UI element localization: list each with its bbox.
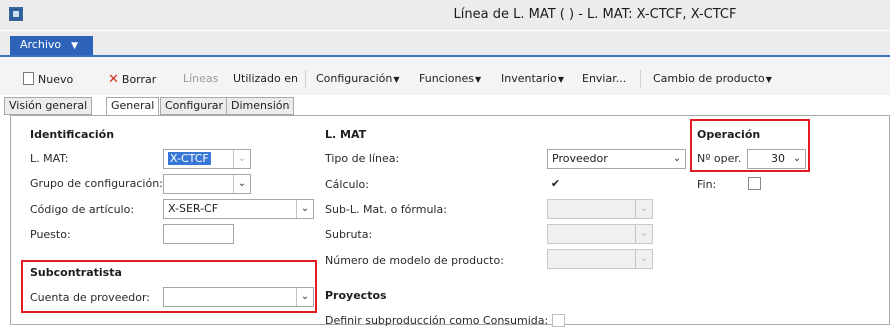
bom-field[interactable]: X-CTCF ⌄	[163, 149, 251, 169]
checkmark-icon: ✔	[550, 177, 561, 190]
operation-number-label: Nº oper.	[697, 152, 742, 165]
workstation-label: Puesto:	[30, 228, 71, 241]
new-document-icon	[23, 72, 34, 85]
inventory-menu[interactable]: Inventario▼	[501, 72, 564, 85]
tab-dimension[interactable]: Dimensión	[226, 97, 295, 115]
chevron-down-icon[interactable]: ⌄	[635, 200, 652, 218]
window-title: Línea de L. MAT ( ) - L. MAT: X-CTCF, X-…	[453, 7, 737, 22]
operation-number-value: 30	[771, 152, 785, 165]
calculation-checkbox[interactable]: ✔	[549, 177, 562, 190]
configuration-menu[interactable]: Configuración▼	[316, 72, 400, 85]
chevron-down-icon[interactable]: ⌄	[635, 225, 652, 243]
vendor-account-field[interactable]: ⌄	[163, 287, 314, 307]
sub-bom-label: Sub-L. Mat. o fórmula:	[325, 203, 447, 216]
config-group-field[interactable]: ⌄	[163, 174, 251, 194]
chevron-down-icon[interactable]: ⌄	[669, 150, 685, 168]
item-code-field[interactable]: X-SER-CF ⌄	[163, 199, 314, 219]
delete-x-icon: ✕	[108, 72, 119, 87]
subcontractor-heading: Subcontratista	[30, 266, 122, 279]
send-button[interactable]: Enviar...	[582, 72, 626, 85]
subroute-field[interactable]: ⌄	[547, 224, 653, 244]
new-button-label: Nuevo	[38, 73, 74, 86]
chevron-down-icon: ▼	[71, 41, 79, 51]
workstation-field[interactable]	[163, 224, 234, 244]
tab-configure[interactable]: Configurar	[160, 97, 229, 115]
line-type-value: Proveedor	[552, 152, 608, 165]
dropdown-arrow-icon: ▼	[474, 75, 482, 84]
delete-button[interactable]: ✕ Borrar	[108, 72, 156, 87]
dropdown-arrow-icon: ▼	[765, 75, 772, 84]
configuration-menu-label: Configuración	[316, 72, 393, 85]
lines-button[interactable]: Líneas	[183, 72, 218, 85]
product-change-menu-label: Cambio de producto	[653, 72, 765, 85]
inventory-menu-label: Inventario	[501, 72, 557, 85]
item-code-label: Código de artículo:	[30, 203, 135, 216]
define-consumed-checkbox[interactable]	[552, 314, 565, 327]
operation-number-field[interactable]: 30 ⌄	[747, 149, 806, 169]
chevron-down-icon[interactable]: ⌄	[789, 150, 805, 168]
line-type-label: Tipo de línea:	[325, 152, 400, 165]
end-label: Fin:	[697, 178, 717, 191]
vendor-account-label: Cuenta de proveedor:	[30, 291, 150, 304]
line-type-field[interactable]: Proveedor ⌄	[547, 149, 686, 169]
product-model-label: Número de modelo de producto:	[325, 254, 504, 267]
item-code-value: X-SER-CF	[168, 202, 219, 215]
bom-label: L. MAT:	[30, 152, 69, 165]
chevron-down-icon[interactable]: ⌄	[233, 175, 250, 193]
file-menu-label: Archivo	[20, 38, 62, 51]
end-checkbox[interactable]	[748, 177, 761, 190]
product-model-field[interactable]: ⌄	[547, 249, 653, 269]
functions-menu-label: Funciones	[419, 72, 474, 85]
chevron-down-icon[interactable]: ⌄	[233, 150, 250, 168]
new-button[interactable]: Nuevo	[23, 72, 73, 86]
functions-menu[interactable]: Funciones▼	[419, 72, 481, 85]
identification-heading: Identificación	[30, 128, 115, 141]
chevron-down-icon[interactable]: ⌄	[296, 200, 313, 218]
dropdown-arrow-icon: ▼	[557, 75, 564, 84]
toolbar-divider	[640, 70, 641, 88]
projects-heading: Proyectos	[325, 289, 387, 302]
file-menu-button[interactable]: Archivo ▼	[10, 36, 93, 55]
tab-overview[interactable]: Visión general	[4, 97, 93, 115]
calculation-label: Cálculo:	[325, 178, 369, 191]
used-in-button[interactable]: Utilizado en	[233, 72, 298, 85]
bom-field-value: X-CTCF	[168, 152, 211, 165]
chevron-down-icon[interactable]: ⌄	[296, 288, 313, 306]
product-change-menu[interactable]: Cambio de producto▼	[653, 72, 772, 85]
sub-bom-field[interactable]: ⌄	[547, 199, 653, 219]
chevron-down-icon[interactable]: ⌄	[635, 250, 652, 268]
tab-general[interactable]: General	[106, 97, 160, 116]
delete-button-label: Borrar	[121, 73, 157, 86]
bom-heading: L. MAT	[325, 128, 367, 141]
define-consumed-label: Definir subproducción como Consumida:	[325, 314, 549, 327]
menu-bar	[0, 31, 890, 57]
dropdown-arrow-icon: ▼	[393, 75, 400, 84]
toolbar-divider	[305, 70, 306, 88]
config-group-label: Grupo de configuración:	[30, 177, 163, 190]
operation-heading: Operación	[697, 128, 761, 141]
subroute-label: Subruta:	[325, 228, 373, 241]
